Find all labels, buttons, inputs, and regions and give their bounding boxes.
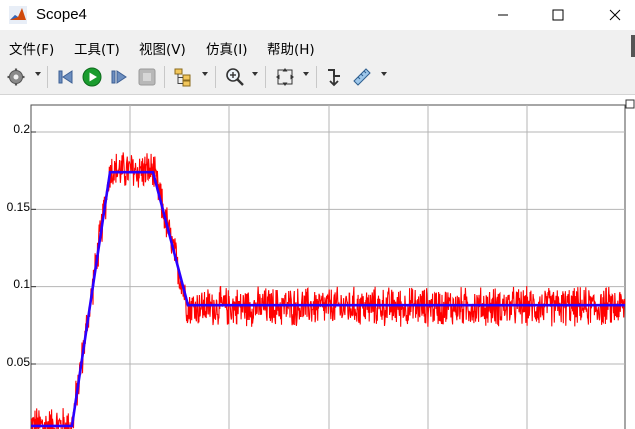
triggers-button[interactable] — [323, 66, 345, 88]
menu-tools[interactable]: 工具(T) — [74, 38, 120, 58]
title-bar: Scope4 — [0, 0, 635, 30]
y-tick-label: 0.1 — [13, 277, 30, 291]
stop-icon — [138, 68, 156, 86]
signal-tree-icon — [174, 68, 191, 87]
step-forward-button[interactable] — [108, 66, 130, 88]
y-tick-label: 0.05 — [6, 355, 30, 369]
y-tick-label: 0.2 — [13, 122, 30, 136]
toolbar-separator — [265, 66, 266, 88]
menu-file[interactable]: 文件(F) — [9, 38, 54, 58]
menu-bar: 文件(F) 工具(T) 视图(V) 仿真(I) 帮助(H) — [0, 33, 635, 59]
measure-button[interactable] — [351, 66, 373, 88]
trigger-icon — [328, 69, 340, 87]
menu-view[interactable]: 视图(V) — [139, 38, 186, 58]
maximize-button[interactable] — [535, 0, 581, 30]
close-button[interactable] — [592, 0, 635, 30]
autoscale-button[interactable] — [274, 66, 296, 88]
layout-button[interactable] — [172, 66, 194, 88]
axes-corner-icon — [625, 99, 635, 109]
run-button[interactable] — [81, 66, 103, 88]
zoom-button[interactable] — [224, 66, 246, 88]
gear-icon — [7, 68, 25, 86]
minimize-button[interactable] — [480, 0, 526, 30]
ruler-icon — [353, 68, 371, 86]
y-tick-label: 0.15 — [6, 200, 30, 214]
scope-plot[interactable] — [0, 95, 635, 429]
play-icon — [82, 67, 102, 87]
axes-frame — [30, 104, 626, 429]
close-icon — [609, 9, 621, 21]
zoom-dropdown-arrow[interactable] — [252, 72, 258, 76]
menu-help[interactable]: 帮助(H) — [267, 38, 315, 58]
matlab-icon — [9, 6, 27, 24]
minimize-icon — [498, 14, 508, 16]
settings-button[interactable] — [5, 66, 27, 88]
window-edge-marker — [631, 35, 635, 57]
toolbar-separator — [164, 66, 165, 88]
window-title: Scope4 — [36, 6, 87, 23]
toolbar-separator — [316, 66, 317, 88]
measure-dropdown-arrow[interactable] — [381, 72, 387, 76]
layout-dropdown-arrow[interactable] — [202, 72, 208, 76]
step-forward-icon — [111, 70, 127, 84]
toolbar — [0, 60, 635, 95]
maximize-icon — [552, 9, 564, 21]
zoom-in-icon — [226, 68, 244, 86]
menu-simulation[interactable]: 仿真(I) — [206, 38, 248, 58]
autoscale-dropdown-arrow[interactable] — [303, 72, 309, 76]
toolbar-separator — [47, 66, 48, 88]
stop-button[interactable] — [136, 66, 158, 88]
autoscale-icon — [276, 68, 294, 86]
step-back-icon — [58, 70, 73, 84]
settings-dropdown-arrow[interactable] — [35, 72, 41, 76]
scope-display[interactable]: 0.2 0.15 0.1 0.05 — [0, 95, 635, 429]
step-back-button[interactable] — [55, 66, 77, 88]
toolbar-separator — [215, 66, 216, 88]
